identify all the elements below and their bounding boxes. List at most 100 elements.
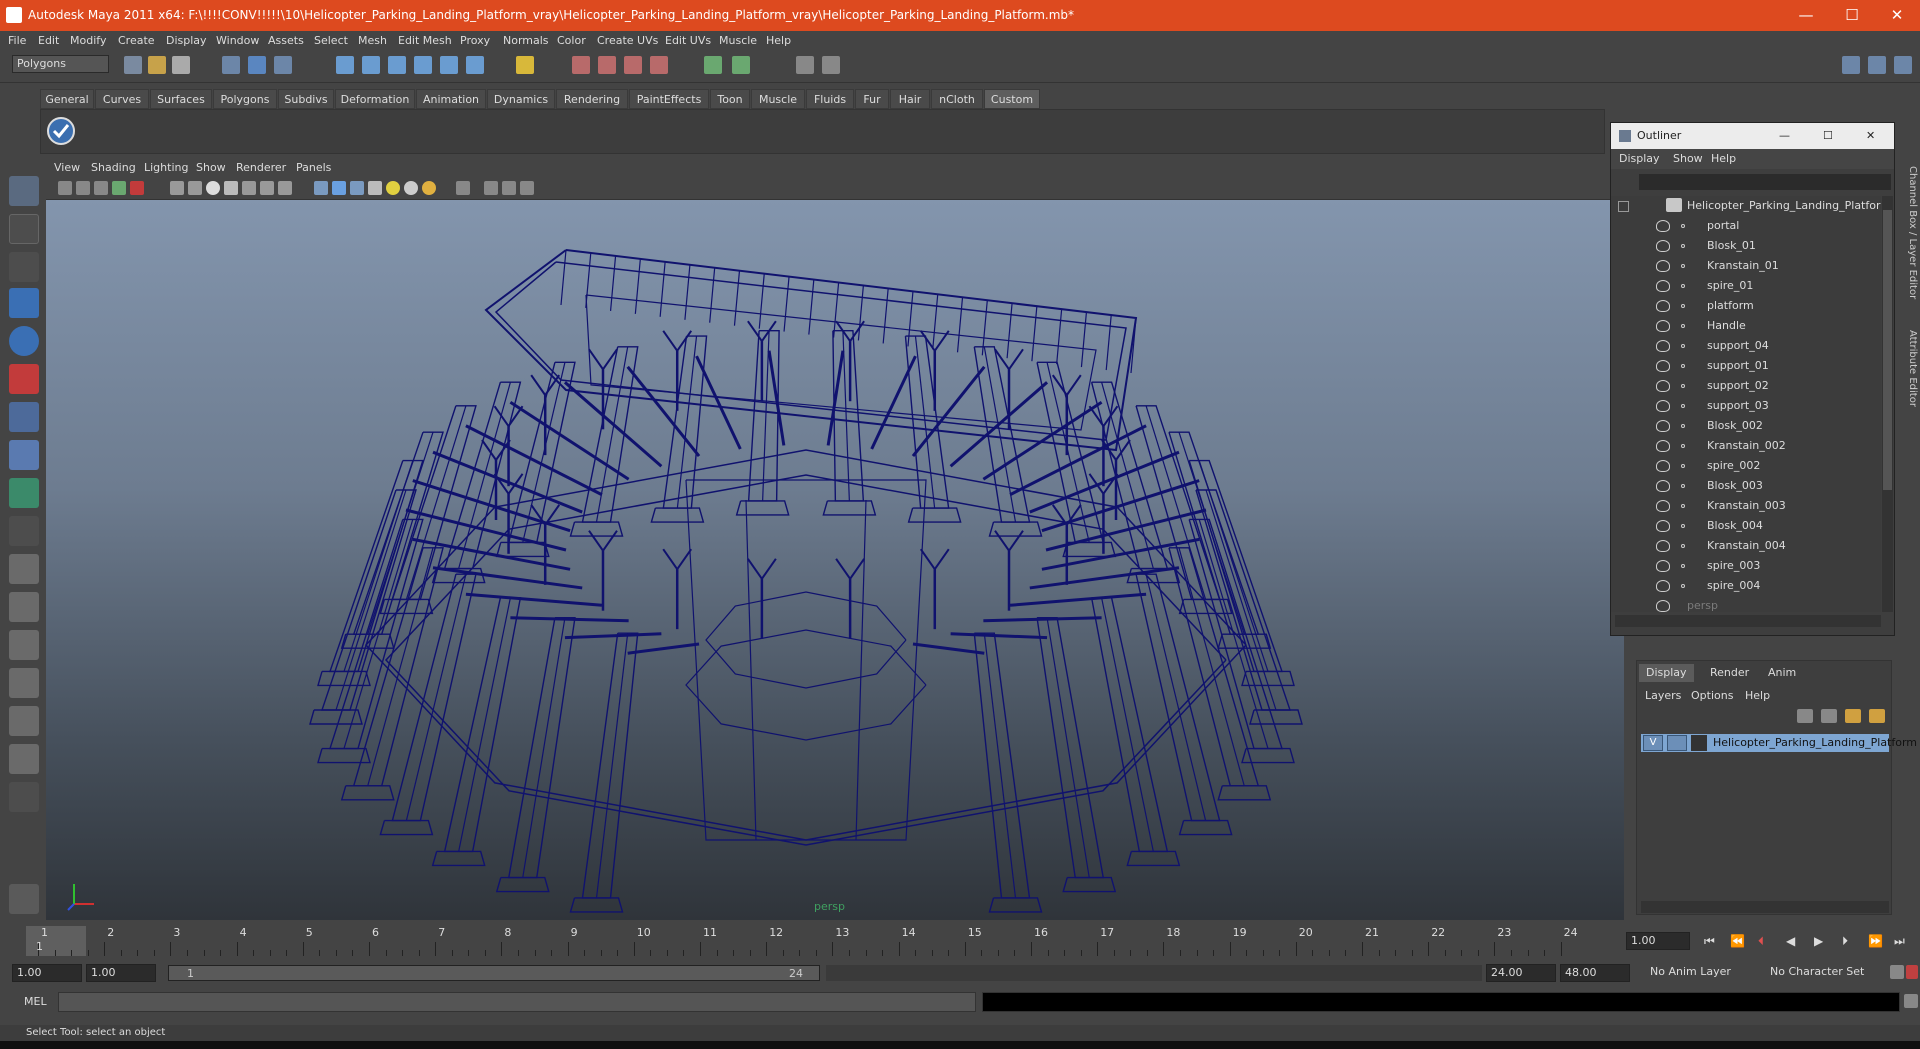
cmd-language-label[interactable]: MEL: [24, 995, 47, 1008]
tab-surfaces[interactable]: Surfaces: [150, 89, 212, 109]
wireframe-icon[interactable]: [188, 181, 202, 195]
tab-toon[interactable]: Toon: [710, 89, 750, 109]
input-output-icon[interactable]: [704, 56, 722, 74]
lock-icon[interactable]: [516, 56, 534, 74]
layout-icon-1[interactable]: [1842, 56, 1860, 74]
outliner-menu-help[interactable]: Help: [1711, 152, 1736, 165]
mode-selector[interactable]: Polygons: [12, 55, 109, 73]
tab-hair[interactable]: Hair: [890, 89, 930, 109]
outliner-pane-icon[interactable]: [9, 630, 39, 660]
outliner-menu-show[interactable]: Show: [1673, 152, 1703, 165]
render-frame-icon[interactable]: [598, 56, 616, 74]
menu-create[interactable]: Create: [118, 34, 155, 47]
outliner-item[interactable]: Kranstain_004: [1611, 536, 1881, 556]
graph-pane-icon[interactable]: [9, 668, 39, 698]
render-settings-icon[interactable]: [650, 56, 668, 74]
vp-menu-show[interactable]: Show: [196, 161, 226, 174]
tab-dynamics[interactable]: Dynamics: [487, 89, 555, 109]
layer-type-toggle[interactable]: [1667, 735, 1687, 751]
character-set-selector[interactable]: No Character Set: [1766, 964, 1886, 982]
smooth-shade-icon[interactable]: [206, 181, 220, 195]
maximize-button[interactable]: ☐: [1829, 0, 1875, 31]
range-bar[interactable]: 1 24: [168, 965, 820, 981]
image-plane-icon[interactable]: [112, 181, 126, 195]
outliner-item[interactable]: Kranstain_003: [1611, 496, 1881, 516]
camera-attr-icon[interactable]: [76, 181, 90, 195]
menu-normals[interactable]: Normals: [503, 34, 549, 47]
key-icon[interactable]: [1890, 965, 1904, 979]
outliner-item[interactable]: Blosk_004: [1611, 516, 1881, 536]
vp-menu-renderer[interactable]: Renderer: [236, 161, 286, 174]
layer-tab-anim[interactable]: Anim: [1761, 664, 1803, 682]
tab-fur[interactable]: Fur: [855, 89, 889, 109]
snap-grid-icon[interactable]: [336, 56, 354, 74]
prefs-icon[interactable]: [1906, 965, 1918, 979]
layer-color-icon[interactable]: [1691, 735, 1707, 751]
tab-general[interactable]: General: [40, 89, 94, 109]
history-icon[interactable]: [466, 56, 484, 74]
outliner-item[interactable]: Blosk_002: [1611, 416, 1881, 436]
step-forward-key-icon[interactable]: ⏩: [1868, 934, 1883, 948]
outliner-scroll-thumb[interactable]: [1883, 210, 1892, 490]
checkmark-shelf-icon[interactable]: [46, 116, 76, 146]
outliner-filter-input[interactable]: [1639, 174, 1891, 190]
outliner-item[interactable]: spire_002: [1611, 456, 1881, 476]
default-light-icon[interactable]: [386, 181, 400, 195]
outliner-item[interactable]: Kranstain_01: [1611, 256, 1881, 276]
render-layer-icon[interactable]: [822, 56, 840, 74]
frame-selected-icon[interactable]: [484, 181, 498, 195]
play-backwards-icon[interactable]: ◀: [1786, 934, 1795, 948]
step-back-frame-icon[interactable]: ⏴: [1758, 934, 1764, 949]
new-layer-icon[interactable]: [1845, 709, 1861, 723]
show-manip-icon[interactable]: [9, 478, 39, 508]
bounding-box-icon[interactable]: [242, 181, 256, 195]
playback-end-field[interactable]: 24.00: [1486, 964, 1556, 982]
menu-help[interactable]: Help: [766, 34, 791, 47]
tab-polygons[interactable]: Polygons: [213, 89, 277, 109]
menu-muscle[interactable]: Muscle: [719, 34, 757, 47]
layer-visibility-toggle[interactable]: V: [1643, 735, 1663, 751]
move-tool-icon[interactable]: [9, 288, 39, 318]
outliner-item[interactable]: Handle: [1611, 316, 1881, 336]
tab-curves[interactable]: Curves: [95, 89, 149, 109]
outliner-maximize-button[interactable]: ☐: [1823, 129, 1833, 142]
outliner-item[interactable]: spire_01: [1611, 276, 1881, 296]
script-pane-icon[interactable]: [9, 744, 39, 774]
outliner-item[interactable]: support_03: [1611, 396, 1881, 416]
vp-menu-shading[interactable]: Shading: [91, 161, 136, 174]
current-time-field[interactable]: 1.00: [1626, 932, 1690, 950]
script-editor-icon[interactable]: [1904, 994, 1918, 1008]
menu-create-uvs[interactable]: Create UVs: [597, 34, 658, 47]
soft-mod-icon[interactable]: [9, 440, 39, 470]
close-button[interactable]: ✕: [1874, 0, 1920, 31]
share-icon[interactable]: [520, 181, 534, 195]
tab-rendering[interactable]: Rendering: [556, 89, 628, 109]
textured-icon[interactable]: [278, 181, 292, 195]
tab-attribute-editor[interactable]: Attribute Editor: [1902, 330, 1918, 407]
menu-assets[interactable]: Assets: [268, 34, 304, 47]
menu-window[interactable]: Window: [216, 34, 259, 47]
vp-menu-view[interactable]: View: [54, 161, 80, 174]
layer-menu-layers[interactable]: Layers: [1645, 689, 1681, 702]
tab-channel-box[interactable]: Channel Box / Layer Editor: [1902, 166, 1918, 299]
shadows-icon[interactable]: [332, 181, 346, 195]
new-scene-icon[interactable]: [124, 56, 142, 74]
outliner-item[interactable]: Blosk_003: [1611, 476, 1881, 496]
xray-icon[interactable]: [314, 181, 328, 195]
layout-dropdown-icon[interactable]: [9, 782, 39, 812]
hypershade-pane-icon[interactable]: [9, 706, 39, 736]
menu-edit[interactable]: Edit: [38, 34, 59, 47]
frame-all-icon[interactable]: [502, 181, 516, 195]
layer-tab-display[interactable]: Display: [1639, 664, 1694, 682]
tab-subdivs[interactable]: Subdivs: [278, 89, 334, 109]
menu-edit-mesh[interactable]: Edit Mesh: [398, 34, 452, 47]
go-to-end-icon[interactable]: ⏭: [1894, 934, 1905, 949]
outliner-root-item[interactable]: Helicopter_Parking_Landing_Platform: [1611, 196, 1881, 216]
layout-icon-3[interactable]: [1894, 56, 1912, 74]
tab-painteffects[interactable]: PaintEffects: [629, 89, 709, 109]
rotate-tool-icon[interactable]: [9, 326, 39, 356]
vp-menu-panels[interactable]: Panels: [296, 161, 331, 174]
film-gate-icon[interactable]: [130, 181, 144, 195]
snap-point-icon[interactable]: [388, 56, 406, 74]
connection-icon[interactable]: [732, 56, 750, 74]
